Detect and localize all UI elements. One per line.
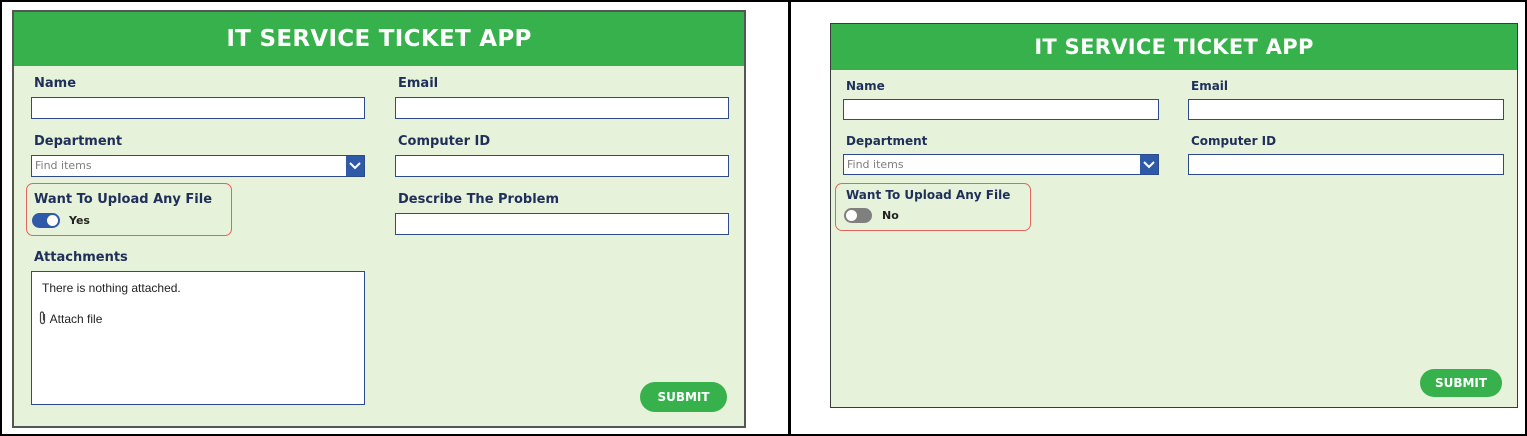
right-name-input[interactable] — [843, 99, 1159, 120]
left-attachments-empty: There is nothing attached. — [42, 281, 181, 295]
right-department-combobox[interactable]: Find items — [843, 154, 1159, 175]
left-upload-state: Yes — [69, 214, 90, 227]
toggle-knob — [47, 215, 58, 226]
chevron-down-icon[interactable] — [1140, 155, 1158, 174]
chevron-down-icon[interactable] — [346, 156, 364, 176]
right-upload-state: No — [882, 209, 899, 222]
right-email-label: Email — [1191, 79, 1229, 93]
left-department-placeholder: Find items — [35, 159, 92, 172]
right-upload-toggle[interactable] — [844, 208, 872, 223]
left-department-label: Department — [34, 134, 123, 149]
left-upload-toggle[interactable] — [32, 213, 60, 228]
right-computer-id-input[interactable] — [1188, 154, 1504, 175]
paperclip-icon — [39, 311, 46, 325]
right-email-input[interactable] — [1188, 99, 1504, 120]
right-app-header: IT SERVICE TICKET APP — [831, 24, 1517, 70]
right-upload-label: Want To Upload Any File — [846, 188, 1011, 202]
left-upload-label: Want To Upload Any File — [34, 192, 213, 207]
left-attachments-box: There is nothing attached. Attach file — [31, 271, 365, 405]
left-department-combobox[interactable]: Find items — [31, 155, 365, 177]
left-name-input[interactable] — [31, 97, 365, 119]
right-department-placeholder: Find items — [847, 158, 904, 171]
left-upload-highlight — [26, 183, 232, 236]
left-attachments-label: Attachments — [34, 250, 128, 265]
right-computer-id-label: Computer ID — [1191, 134, 1277, 148]
left-computer-id-label: Computer ID — [398, 134, 491, 149]
right-department-label: Department — [846, 134, 928, 148]
left-submit-button[interactable]: SUBMIT — [640, 382, 727, 412]
left-problem-label: Describe The Problem — [398, 192, 560, 207]
right-app-form: IT SERVICE TICKET APP Name Email Departm… — [830, 23, 1518, 408]
left-attach-file-link[interactable]: Attach file — [38, 311, 102, 326]
right-app-title: IT SERVICE TICKET APP — [1034, 35, 1314, 59]
left-app-title: IT SERVICE TICKET APP — [226, 26, 532, 52]
right-submit-button[interactable]: SUBMIT — [1420, 369, 1502, 397]
left-email-label: Email — [398, 76, 439, 91]
left-attach-file-label: Attach file — [49, 312, 103, 326]
left-computer-id-input[interactable] — [395, 155, 729, 177]
left-name-label: Name — [34, 76, 77, 91]
left-email-input[interactable] — [395, 97, 729, 119]
right-name-label: Name — [846, 79, 885, 93]
left-app-header: IT SERVICE TICKET APP — [14, 12, 744, 66]
left-problem-input[interactable] — [395, 213, 729, 235]
toggle-knob — [846, 210, 857, 221]
left-app-form: IT SERVICE TICKET APP Name Email Departm… — [12, 10, 746, 428]
